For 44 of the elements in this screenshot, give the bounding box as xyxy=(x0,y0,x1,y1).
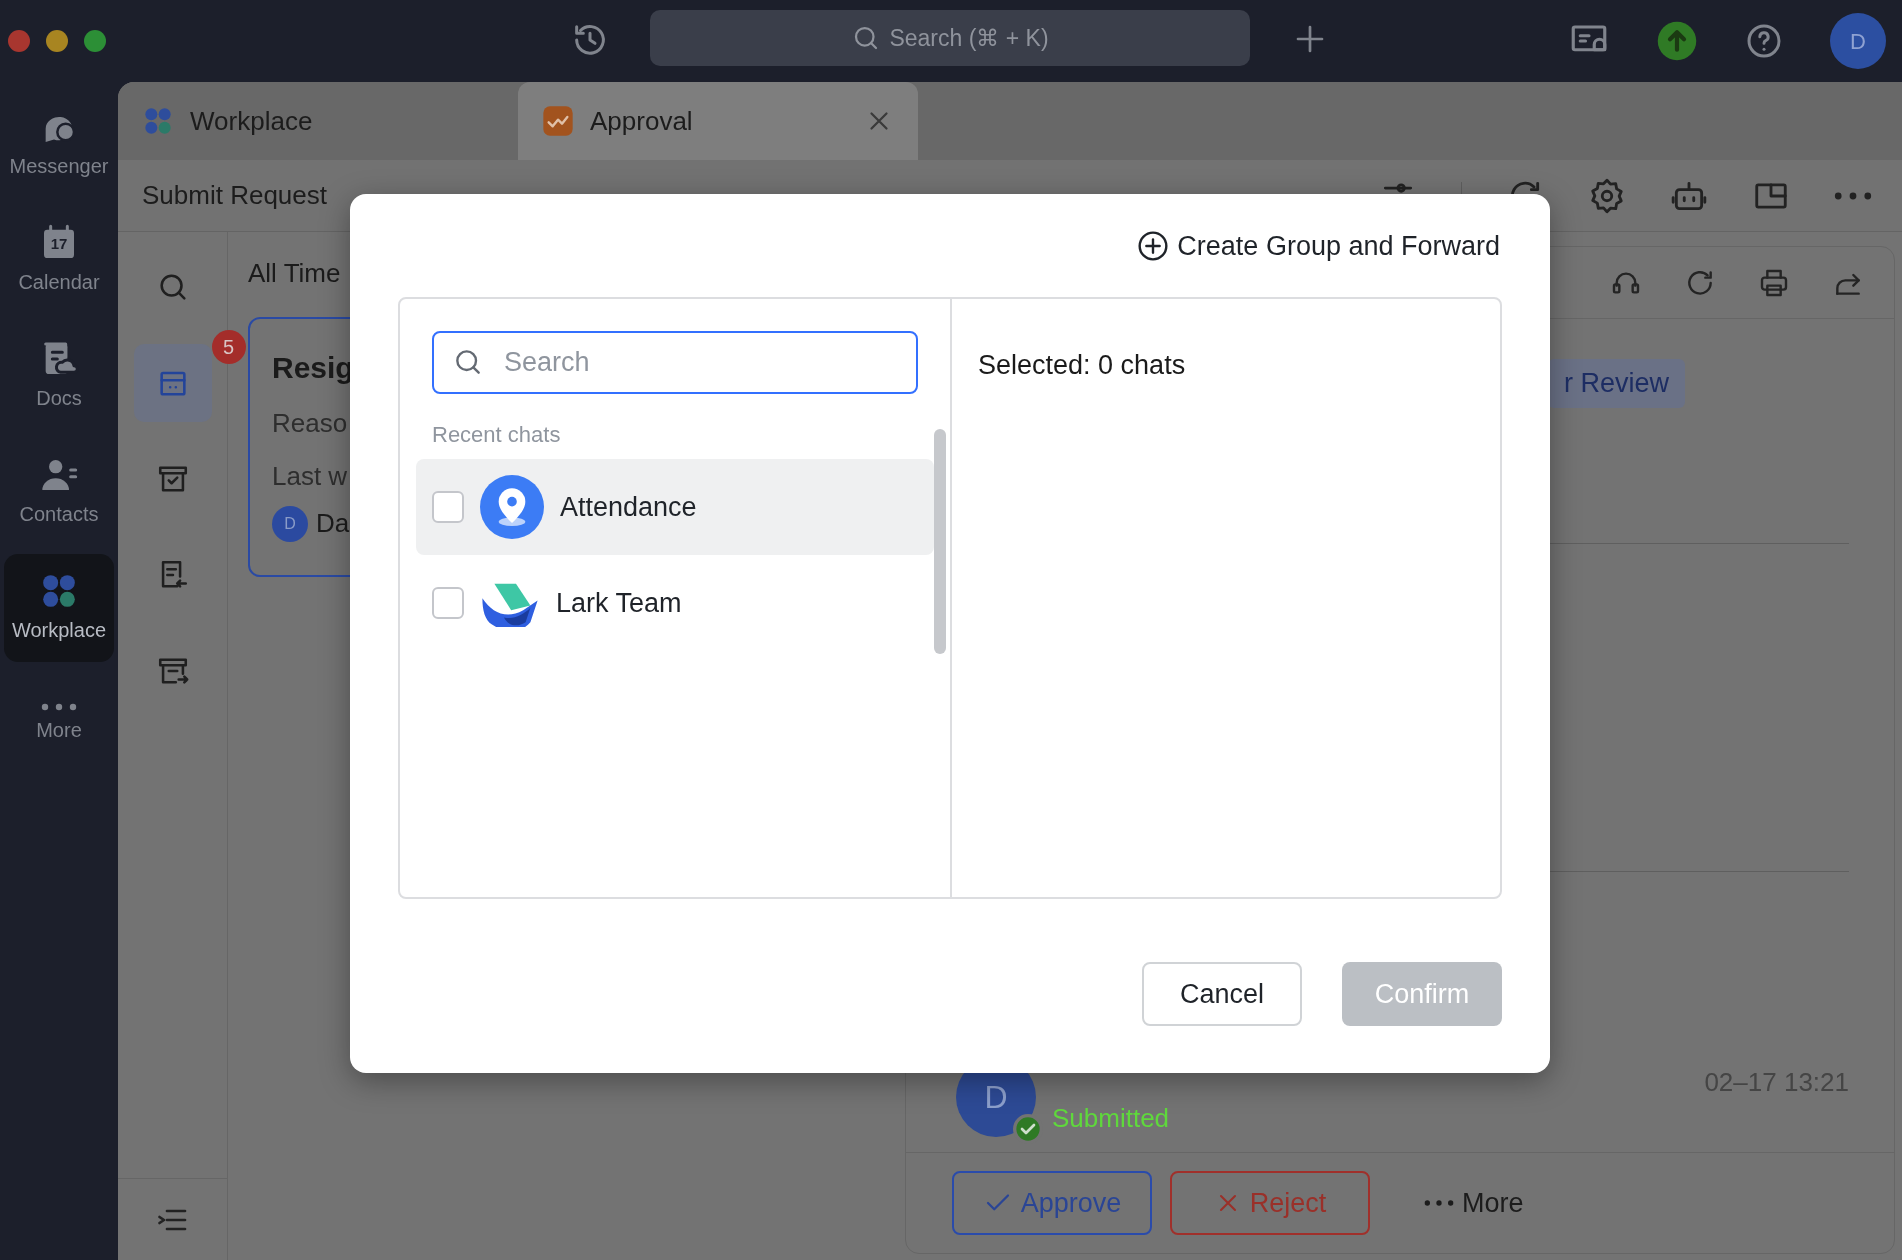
more-icon[interactable] xyxy=(1834,191,1872,200)
card-line: Reaso xyxy=(272,407,348,440)
close-control[interactable] xyxy=(8,30,30,52)
cancel-button[interactable]: Cancel xyxy=(1142,962,1302,1026)
location-pin-avatar xyxy=(480,475,544,539)
chat-row[interactable]: Lark Team xyxy=(416,555,934,651)
checkbox[interactable] xyxy=(432,491,464,523)
app-tab[interactable]: Workplace xyxy=(118,82,518,160)
requester-name: Da xyxy=(316,507,350,540)
nav-rail-item[interactable]: Docs xyxy=(4,322,114,430)
search-field[interactable]: Search (⌘ + K) xyxy=(650,10,1250,66)
section-label: Recent chats xyxy=(432,421,562,449)
card-line: Last w xyxy=(272,460,348,493)
settings-icon[interactable] xyxy=(1588,176,1626,215)
avatar: D xyxy=(272,505,308,542)
sub-tab[interactable]: Submit Request xyxy=(142,176,327,215)
nav-rail-item[interactable]: Messenger xyxy=(4,90,114,198)
nav-rail-item[interactable]: More xyxy=(4,670,114,778)
nav-rail-item[interactable]: Workplace xyxy=(4,554,114,662)
search-field[interactable]: Search xyxy=(432,331,918,394)
app-tab[interactable]: Approval xyxy=(518,82,918,160)
status-text: Submitted xyxy=(1052,1102,1170,1135)
selection-summary: Selected: 0 chats xyxy=(978,349,1187,382)
profile-avatar[interactable]: D xyxy=(1830,13,1886,69)
nav-rail-item[interactable]: 17 Calendar xyxy=(4,206,114,314)
grid-icon xyxy=(142,105,174,137)
more-button[interactable]: More xyxy=(1418,1171,1530,1235)
card-title: Resig xyxy=(272,350,354,386)
count-badge: 5 xyxy=(211,330,246,364)
chat-row[interactable]: Attendance xyxy=(416,459,934,555)
search-placeholder: Search (⌘ + K) xyxy=(889,23,1049,53)
scrollbar[interactable] xyxy=(934,429,946,654)
minimize-control[interactable] xyxy=(46,30,68,52)
approval-app-icon xyxy=(542,105,574,137)
status-tag: r Review xyxy=(1548,359,1686,408)
upload-icon[interactable] xyxy=(1656,20,1698,62)
tool-button[interactable] xyxy=(133,344,212,422)
create-group-link[interactable]: Create Group and Forward xyxy=(1137,224,1500,268)
checkbox[interactable] xyxy=(432,587,464,619)
more-icon xyxy=(1424,1200,1454,1206)
add-circle-icon xyxy=(1137,230,1170,262)
more-icon xyxy=(41,703,77,711)
nav-rail-item[interactable]: Contacts xyxy=(4,438,114,546)
zoom-control[interactable] xyxy=(84,30,106,52)
